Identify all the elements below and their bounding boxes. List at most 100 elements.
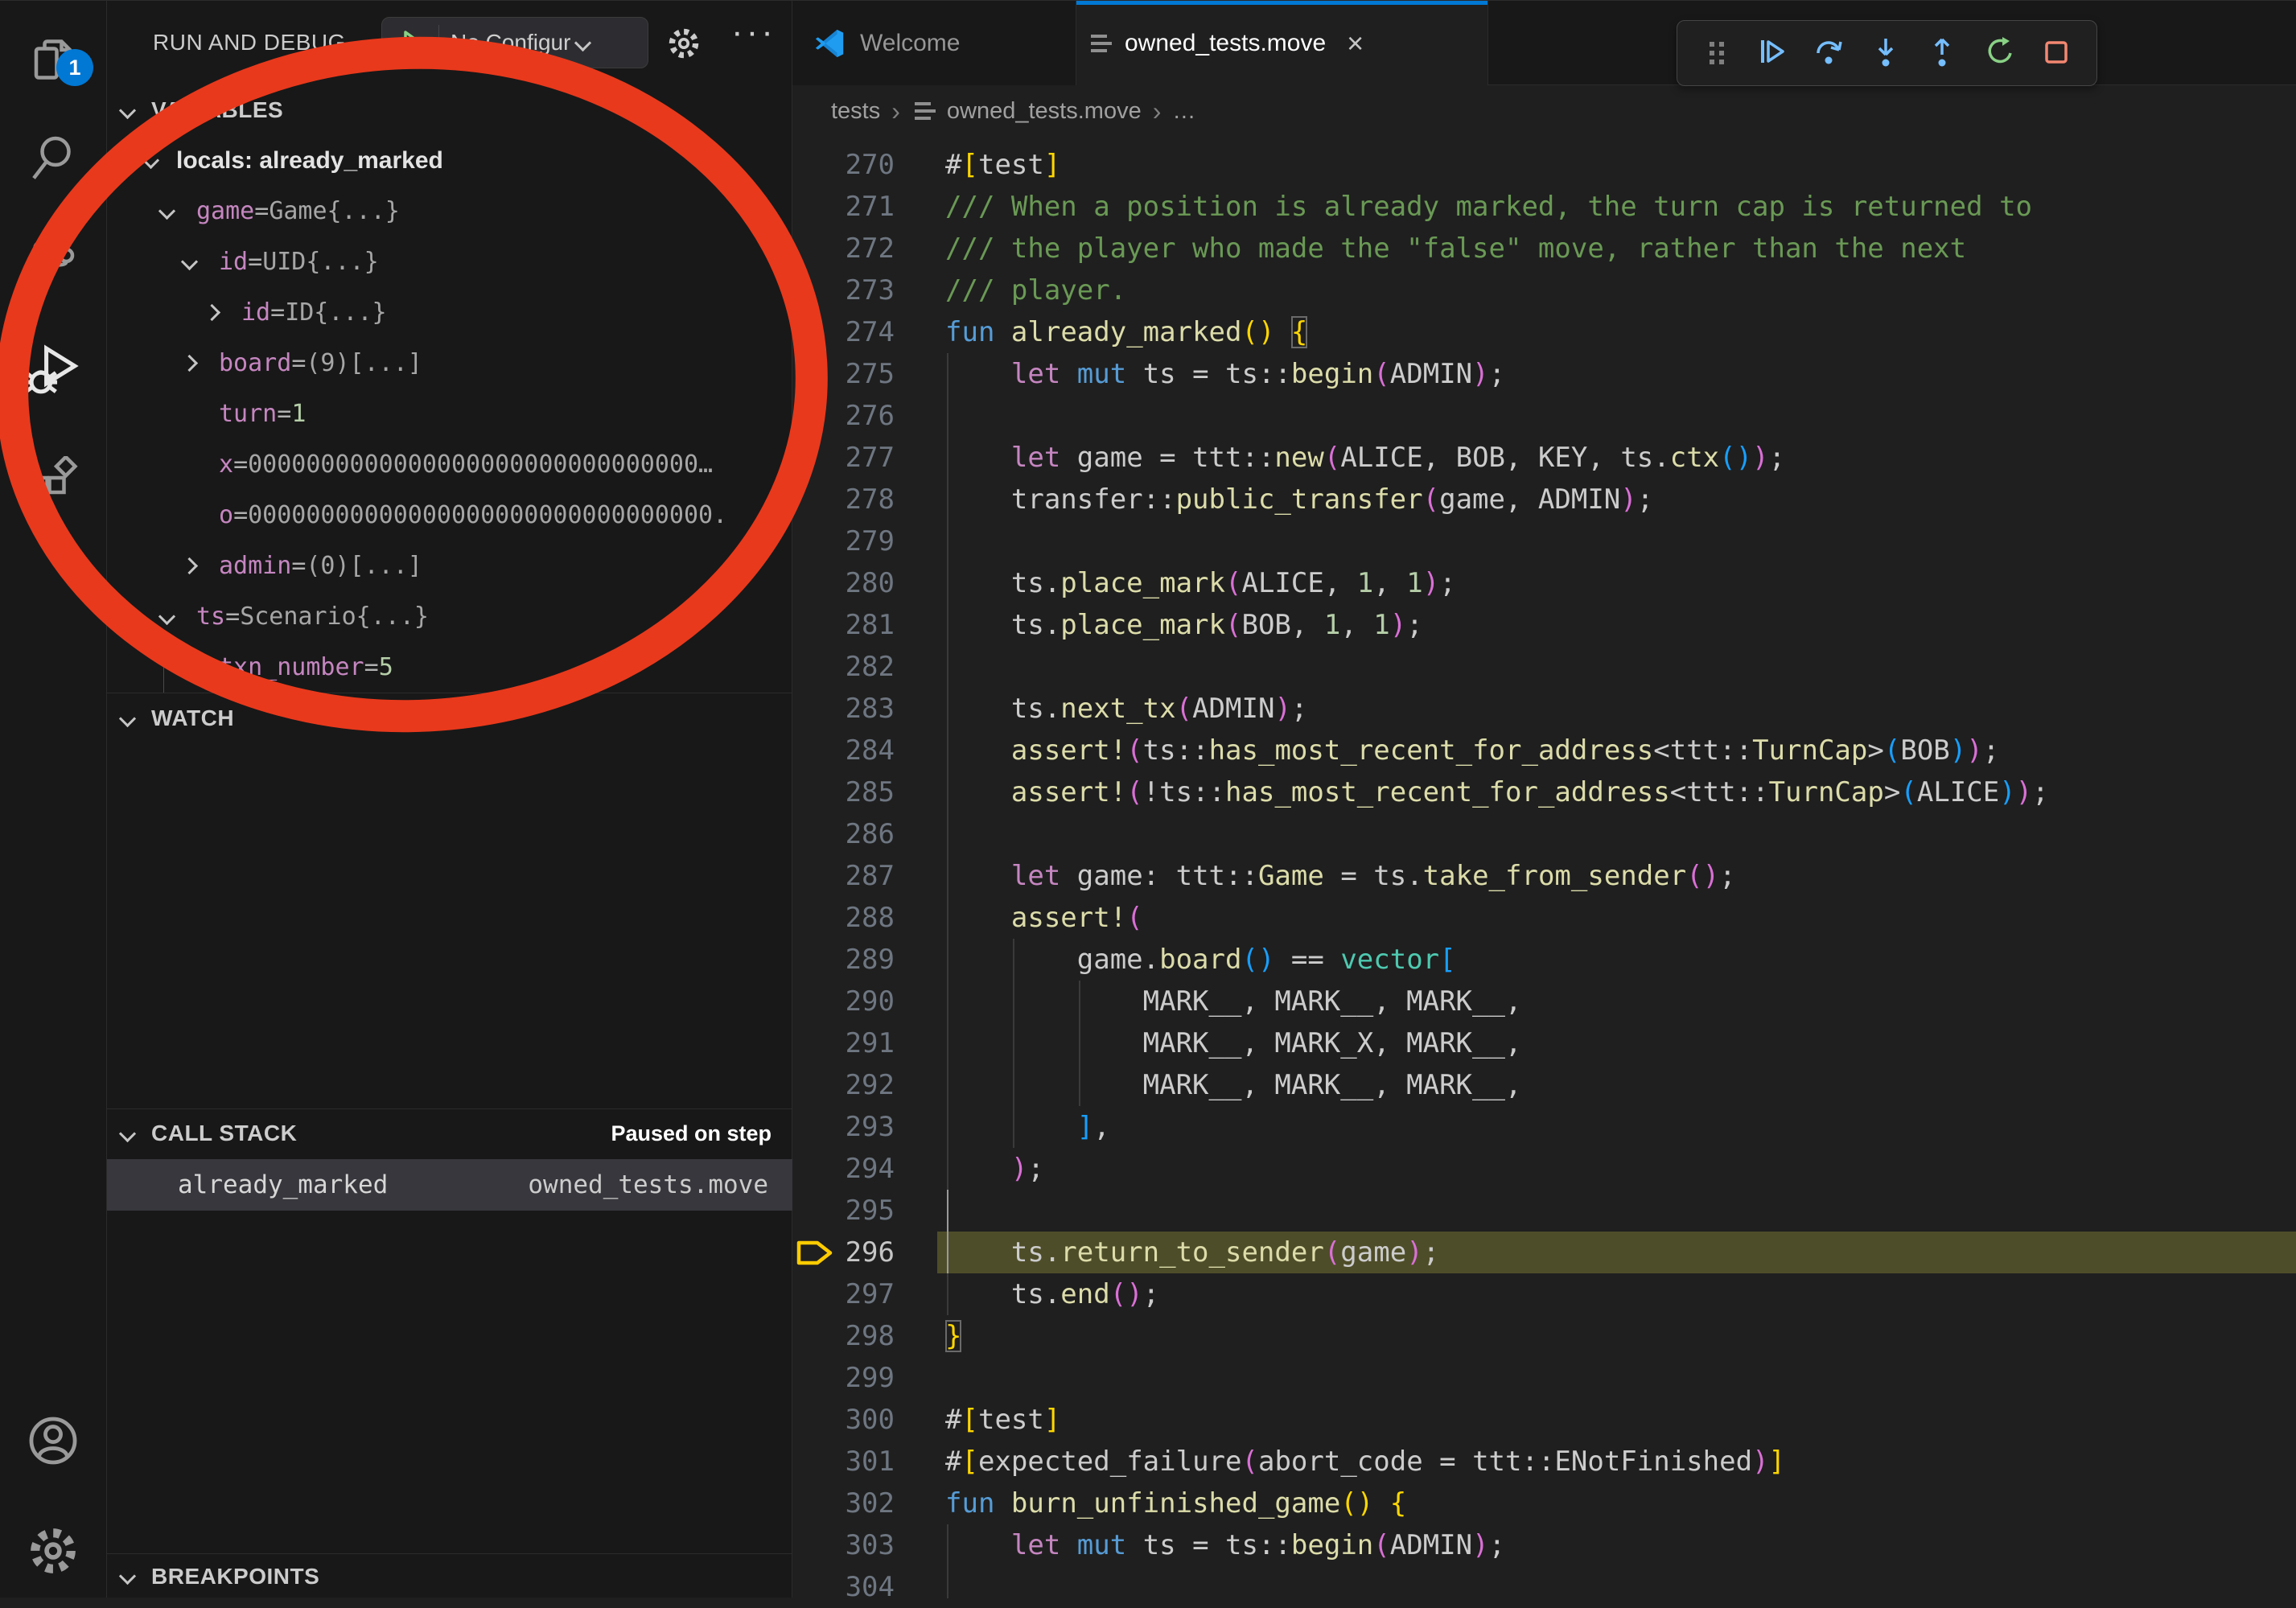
tab-welcome[interactable]: Welcome	[792, 1, 1076, 85]
code-line-273[interactable]: 273/// player.	[792, 269, 2296, 311]
variables-section-header[interactable]: VARIABLES	[107, 85, 792, 135]
call-stack-frame-row[interactable]: already_marked owned_tests.move	[107, 1159, 792, 1211]
chevron-right-icon[interactable]	[181, 355, 198, 372]
line-number[interactable]: 280	[792, 562, 895, 604]
breadcrumb-file[interactable]: owned_tests.move	[947, 98, 1142, 125]
code-line-276[interactable]: 276	[792, 395, 2296, 437]
breadcrumb-folder[interactable]: tests	[831, 98, 880, 125]
line-number[interactable]: 283	[792, 688, 895, 730]
line-number[interactable]: 292	[792, 1064, 895, 1106]
code-line-283[interactable]: 283 ts.next_tx(ADMIN);	[792, 688, 2296, 730]
start-debugging-icon[interactable]	[395, 27, 427, 59]
code-line-296[interactable]: 296 ts.return_to_sender(game);	[792, 1232, 2296, 1273]
line-number[interactable]: 281	[792, 604, 895, 646]
line-number[interactable]: 290	[792, 981, 895, 1022]
variable-row-id[interactable]: id = UID{...}	[107, 236, 792, 287]
code-line-301[interactable]: 301#[expected_failure(abort_code = ttt::…	[792, 1441, 2296, 1483]
variable-row-game[interactable]: game = Game{...}	[107, 186, 792, 236]
code-line-298[interactable]: 298}	[792, 1315, 2296, 1357]
variable-row-ts[interactable]: ts = Scenario{...}	[107, 591, 792, 642]
code-line-280[interactable]: 280 ts.place_mark(ALICE, 1, 1);	[792, 562, 2296, 604]
line-number[interactable]: 284	[792, 730, 895, 771]
stop-icon[interactable]	[2039, 35, 2075, 71]
code-line-278[interactable]: 278 transfer::public_transfer(game, ADMI…	[792, 479, 2296, 520]
call-stack-section-header[interactable]: CALL STACK Paused on step	[107, 1109, 792, 1158]
code-line-282[interactable]: 282	[792, 646, 2296, 688]
breakpoints-section-header[interactable]: BREAKPOINTS	[107, 1554, 792, 1598]
tab-owned-tests[interactable]: owned_tests.move ×	[1076, 1, 1488, 85]
code-line-289[interactable]: 289 game.board() == vector[	[792, 939, 2296, 981]
debug-config-dropdown[interactable]: No Configur	[381, 17, 648, 68]
line-number[interactable]: 279	[792, 520, 895, 562]
line-number[interactable]: 276	[792, 395, 895, 437]
line-number[interactable]: 298	[792, 1315, 895, 1357]
step-into-icon[interactable]	[1870, 35, 1905, 71]
settings-gear-icon[interactable]	[0, 1507, 106, 1595]
chevron-right-icon[interactable]	[204, 304, 220, 321]
more-actions-icon[interactable]: ···	[731, 12, 776, 52]
variable-row-x[interactable]: x = 0000000000000000000000000000000…	[107, 439, 792, 490]
code-line-302[interactable]: 302fun burn_unfinished_game() {	[792, 1483, 2296, 1524]
chevron-right-icon[interactable]	[181, 557, 198, 574]
code-line-293[interactable]: 293 ],	[792, 1106, 2296, 1148]
chevron-down-icon[interactable]	[158, 203, 175, 220]
code-line-275[interactable]: 275 let mut ts = ts::begin(ADMIN);	[792, 353, 2296, 395]
line-number[interactable]: 277	[792, 437, 895, 479]
code-line-292[interactable]: 292 MARK__, MARK__, MARK__,	[792, 1064, 2296, 1106]
step-over-icon[interactable]	[1813, 35, 1848, 71]
line-number[interactable]: 301	[792, 1441, 895, 1483]
line-number[interactable]: 293	[792, 1106, 895, 1148]
line-number[interactable]: 300	[792, 1399, 895, 1441]
line-number[interactable]: 271	[792, 186, 895, 228]
line-number[interactable]: 275	[792, 353, 895, 395]
line-number[interactable]: 272	[792, 228, 895, 269]
line-number[interactable]: 282	[792, 646, 895, 688]
line-number[interactable]: 288	[792, 897, 895, 939]
code-line-284[interactable]: 284 assert!(ts::has_most_recent_for_addr…	[792, 730, 2296, 771]
code-line-299[interactable]: 299	[792, 1357, 2296, 1399]
chevron-down-icon[interactable]	[181, 253, 198, 270]
close-icon[interactable]: ×	[1347, 29, 1364, 58]
line-number[interactable]: 303	[792, 1524, 895, 1566]
line-number[interactable]: 302	[792, 1483, 895, 1524]
search-icon[interactable]	[0, 113, 106, 202]
code-line-281[interactable]: 281 ts.place_mark(BOB, 1, 1);	[792, 604, 2296, 646]
line-number[interactable]: 274	[792, 311, 895, 353]
watch-section-header[interactable]: WATCH	[107, 693, 792, 743]
line-number[interactable]: 285	[792, 771, 895, 813]
code-line-295[interactable]: 295	[792, 1190, 2296, 1232]
line-number[interactable]: 270	[792, 144, 895, 186]
code-line-304[interactable]: 304	[792, 1566, 2296, 1608]
chevron-down-icon[interactable]	[158, 608, 175, 625]
code-line-291[interactable]: 291 MARK__, MARK_X, MARK__,	[792, 1022, 2296, 1064]
account-icon[interactable]	[0, 1396, 106, 1485]
variable-row-txn_number[interactable]: txn_number = 5	[107, 642, 792, 693]
code-line-279[interactable]: 279	[792, 520, 2296, 562]
code-area[interactable]: 270#[test]271/// When a position is alre…	[792, 144, 2296, 1598]
run-and-debug-icon[interactable]	[0, 326, 106, 414]
continue-icon[interactable]	[1755, 35, 1791, 71]
line-number[interactable]: 295	[792, 1190, 895, 1232]
code-line-286[interactable]: 286	[792, 813, 2296, 855]
variable-row-o[interactable]: o = 00000000000000000000000000000000.	[107, 490, 792, 541]
code-line-285[interactable]: 285 assert!(!ts::has_most_recent_for_add…	[792, 771, 2296, 813]
code-line-271[interactable]: 271/// When a position is already marked…	[792, 186, 2296, 228]
code-line-287[interactable]: 287 let game: ttt::Game = ts.take_from_s…	[792, 855, 2296, 897]
line-number[interactable]: 278	[792, 479, 895, 520]
line-number[interactable]: 273	[792, 269, 895, 311]
code-line-277[interactable]: 277 let game = ttt::new(ALICE, BOB, KEY,…	[792, 437, 2296, 479]
variable-row-id[interactable]: id = ID{...}	[107, 287, 792, 338]
code-line-290[interactable]: 290 MARK__, MARK__, MARK__,	[792, 981, 2296, 1022]
breadcrumb-more[interactable]: …	[1172, 98, 1195, 125]
variable-row-board[interactable]: board = (9)[...]	[107, 338, 792, 389]
variables-scope-row[interactable]: locals: already_marked	[107, 135, 792, 186]
code-line-294[interactable]: 294 );	[792, 1148, 2296, 1190]
line-number[interactable]: 304	[792, 1566, 895, 1608]
code-line-272[interactable]: 272/// the player who made the "false" m…	[792, 228, 2296, 269]
line-number[interactable]: 291	[792, 1022, 895, 1064]
step-out-icon[interactable]	[1926, 35, 1961, 71]
code-line-300[interactable]: 300#[test]	[792, 1399, 2296, 1441]
drag-handle-icon[interactable]	[1699, 35, 1734, 71]
variable-row-admin[interactable]: admin = (0)[...]	[107, 541, 792, 591]
code-line-288[interactable]: 288 assert!(	[792, 897, 2296, 939]
